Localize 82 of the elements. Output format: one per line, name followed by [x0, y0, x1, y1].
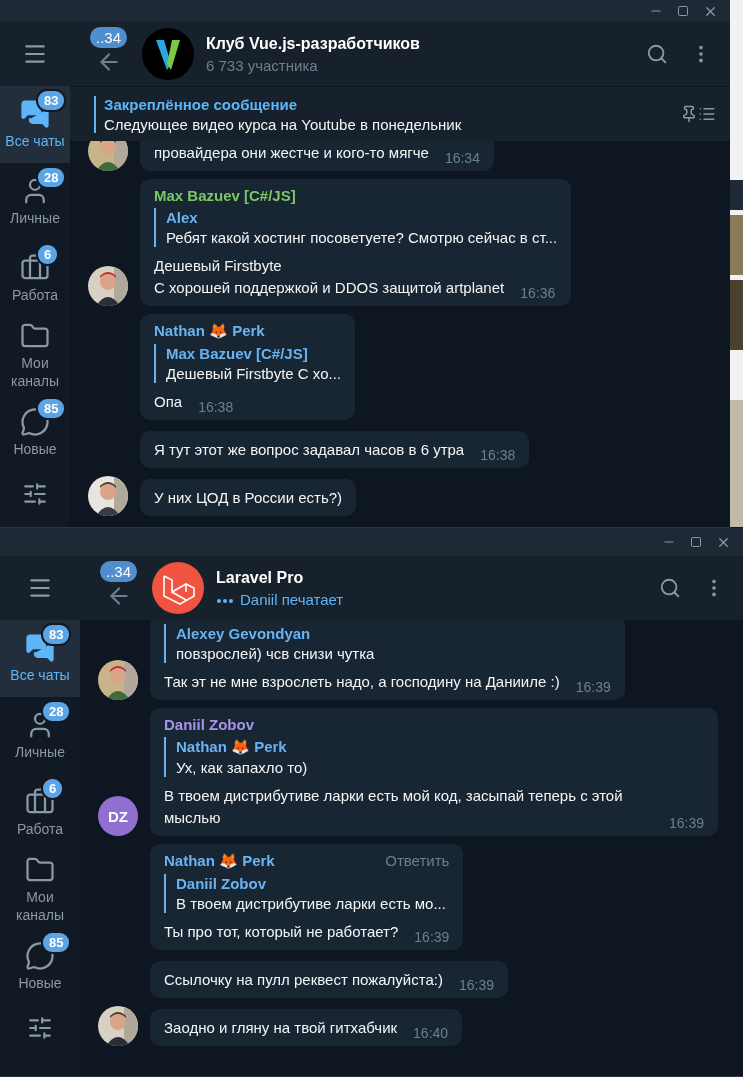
- message-time: 16:38: [480, 447, 516, 463]
- message-text: провайдера они жестче и кого-то мягче: [154, 143, 429, 163]
- unread-badge: 85: [36, 397, 67, 420]
- unread-badge: 83: [41, 623, 72, 646]
- quoted-text: повзрослей) чсв снизи чутка: [176, 645, 376, 662]
- message-text: Я тут этот же вопрос задавал часов в 6 утра: [154, 440, 465, 460]
- quoted-text: В твоем дистрибутиве ларки есть мо...: [176, 895, 447, 912]
- folder-label: Все чаты: [9, 666, 71, 684]
- maximize-icon[interactable]: [690, 536, 702, 548]
- reply-link[interactable]: Ответить: [385, 852, 450, 870]
- unread-badge: 6: [36, 243, 60, 266]
- folder-label: Работа: [10, 286, 60, 304]
- settings-icon[interactable]: [22, 481, 48, 507]
- quoted-sender: Nathan 🦊 Perk: [176, 738, 288, 756]
- quoted-sender: Alexey Gevondyan: [176, 625, 312, 642]
- message-text: Ты про тот, который не работает?: [164, 922, 399, 942]
- folder-tab[interactable]: 83 Все чаты: [0, 620, 80, 697]
- message-time: 16:36: [520, 285, 556, 301]
- unread-badge: 83: [36, 89, 67, 112]
- folder-label: Все чаты: [4, 132, 66, 150]
- folder-label: Личные: [14, 743, 66, 761]
- member-count: 6 733 участника: [206, 56, 319, 74]
- sender-name: Nathan 🦊 Perk: [154, 322, 265, 340]
- message-text: Дешевый Firstbyte С хорошей поддержкой и DDOS защитой artplanet: [154, 256, 505, 298]
- folder-label: Мои каналы: [10, 354, 60, 390]
- folder-tab[interactable]: Мои каналы: [0, 851, 80, 928]
- folder-tab[interactable]: 6 Работа: [0, 774, 80, 851]
- pinned-label: Закреплённое сообщение: [104, 95, 299, 113]
- pinned-list-icon[interactable]: [680, 105, 716, 123]
- message-time: 16:39: [414, 929, 450, 945]
- settings-icon[interactable]: [27, 1015, 53, 1041]
- unread-badge: ..34: [90, 27, 128, 48]
- unread-badge: 85: [41, 931, 72, 954]
- logo-icon: [142, 28, 194, 80]
- message-text: В твоем дистрибутиве ларки есть мой код, засыпай теперь с этой мыслью: [164, 786, 624, 828]
- unread-badge: ..34: [100, 561, 138, 582]
- folder-label: Новые: [17, 974, 63, 992]
- folder-label: Мои каналы: [15, 888, 65, 924]
- message-time: 16:34: [444, 150, 480, 166]
- unread-badge: 28: [36, 166, 67, 189]
- maximize-icon[interactable]: [677, 5, 689, 17]
- message-time: 16:39: [575, 679, 611, 695]
- folder-tab[interactable]: 83 Все чаты: [0, 86, 70, 163]
- quoted-sender: Alex: [166, 209, 199, 226]
- message-time: 16:40: [413, 1025, 449, 1041]
- message-text: У них ЦОД в России есть?): [154, 488, 343, 508]
- message-text: Ссылочку на пулл реквест пожалуйста:): [164, 970, 443, 990]
- folder-label: Новые: [12, 440, 58, 458]
- pinned-message-bar[interactable]: Закреплённое сообщение Следующее видео курса на Youtube в понедельник: [70, 86, 730, 141]
- typing-icon: [216, 597, 234, 604]
- user-avatar: DZ: [98, 796, 138, 836]
- sender-name: Max Bazuev [C#/JS]: [154, 187, 296, 204]
- folder-label: Личные: [9, 209, 61, 227]
- folder-tab[interactable]: 6 Работа: [0, 240, 70, 317]
- search-icon[interactable]: [659, 577, 681, 599]
- folder-label: Работа: [15, 820, 65, 838]
- typing-status: Daniil печатает: [216, 590, 647, 608]
- folder-tab[interactable]: 28 Личные: [0, 163, 70, 240]
- message-time: 16:39: [458, 977, 494, 993]
- quoted-text: Ух, как запахло то): [176, 759, 309, 776]
- message-text: Так эт не мне взрослеть надо, а господину на Данииле :): [164, 672, 560, 692]
- folder-tab[interactable]: 85 Новые: [0, 928, 80, 1005]
- quoted-text: Ребят какой хостинг посоветуете? Смотрю сейчас в ст...: [166, 229, 558, 246]
- sender-name: Nathan 🦊 Perk: [164, 852, 275, 870]
- sender-name: Daniil Zobov: [164, 716, 254, 733]
- message-text: Заодно и гляну на твой гитхабчик: [164, 1018, 398, 1038]
- chat-title: Laravel Pro: [216, 568, 305, 587]
- message-time: 16:38: [198, 399, 234, 415]
- folder-tab[interactable]: Мои каналы: [0, 317, 70, 394]
- chat-title: Клуб Vue.js-разработчиков: [206, 34, 421, 53]
- folder-tab[interactable]: 28 Личные: [0, 697, 80, 774]
- search-icon[interactable]: [646, 43, 668, 65]
- logo-icon: [152, 562, 204, 614]
- folder-tab[interactable]: 85 Новые: [0, 394, 70, 471]
- message-text: Опа: [154, 392, 183, 412]
- message-time: 16:39: [668, 815, 704, 831]
- unread-badge: 28: [41, 700, 72, 723]
- quoted-sender: Daniil Zobov: [176, 875, 267, 892]
- unread-badge: 6: [41, 777, 65, 800]
- quoted-sender: Max Bazuev [C#/JS]: [166, 345, 309, 362]
- quoted-text: Дешевый Firstbyte С хо...: [166, 365, 342, 382]
- pinned-text: Следующее видео курса на Youtube в понедельник: [104, 115, 463, 133]
